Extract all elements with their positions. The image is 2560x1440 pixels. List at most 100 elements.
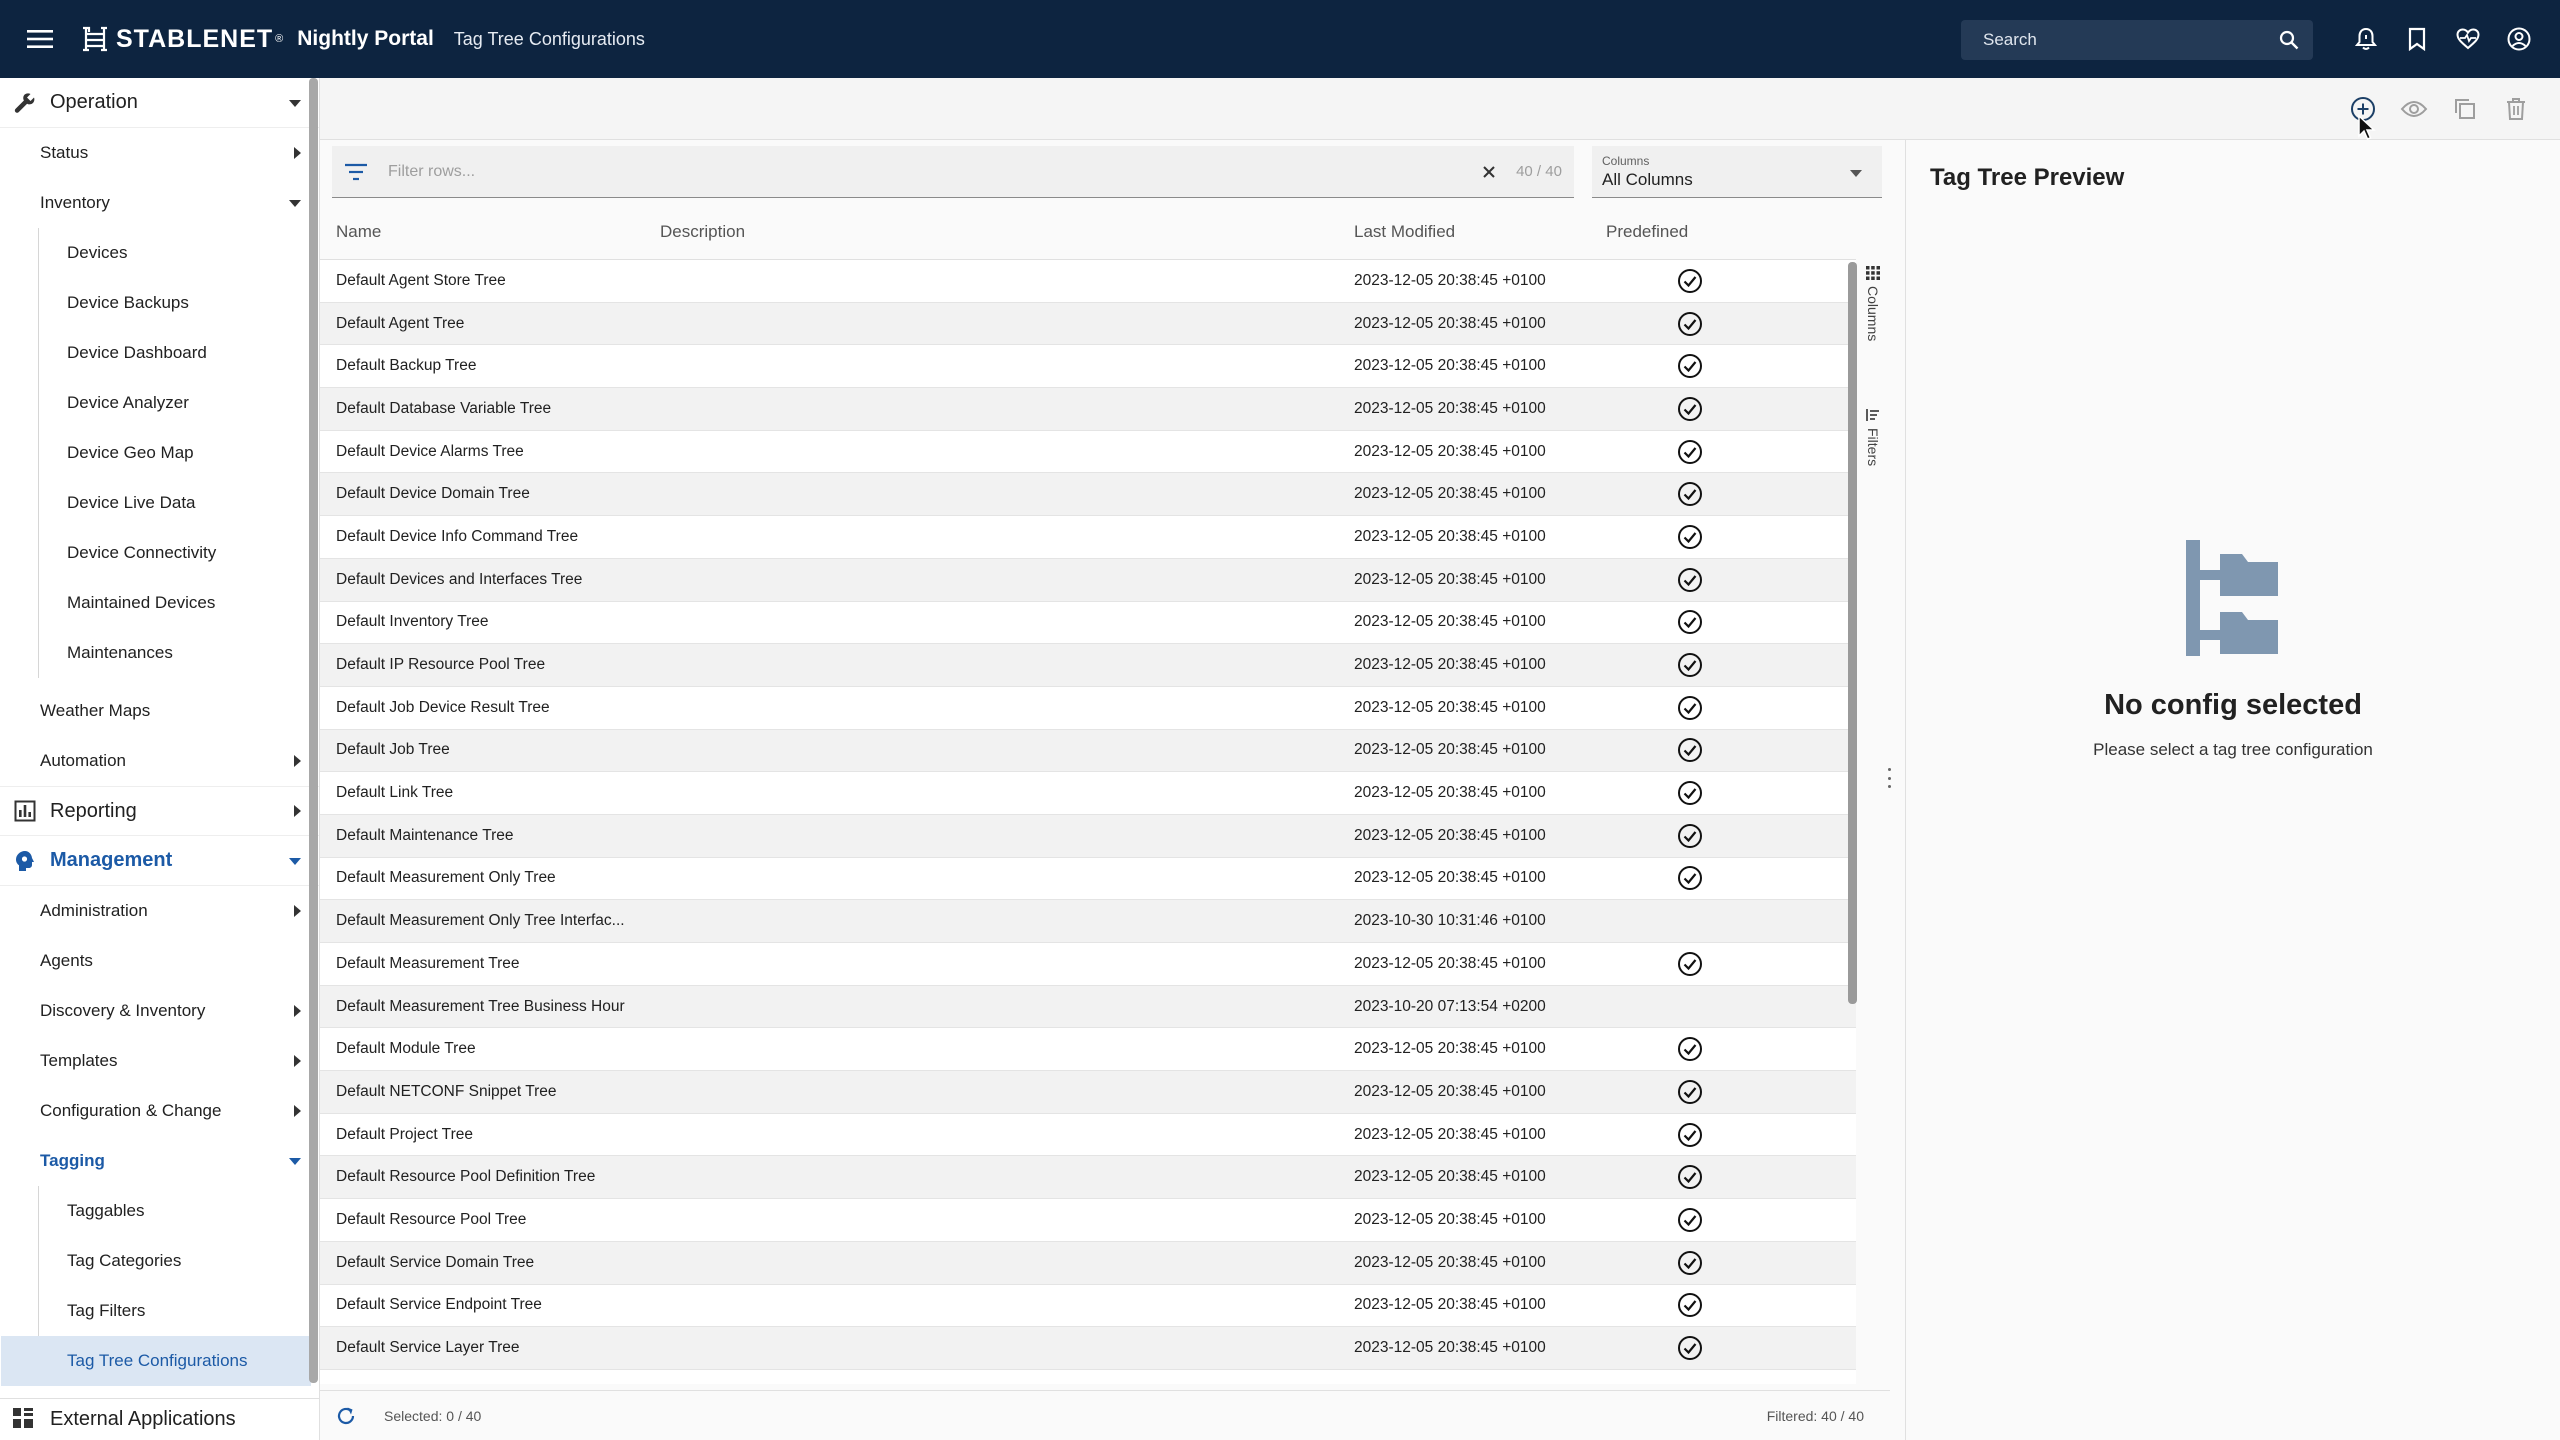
notifications-bell-icon[interactable] [2340, 0, 2391, 78]
refresh-icon[interactable] [320, 1405, 372, 1427]
sidebar-section-label: Reporting [50, 799, 137, 822]
table-row[interactable]: Default Measurement Tree 2023-12-05 20:38… [320, 943, 1856, 986]
table-row[interactable]: Default Resource Pool Definition Tree 202… [320, 1156, 1856, 1200]
panel-resize-handle[interactable] [1886, 768, 1892, 788]
column-header-predefined[interactable]: Predefined [1590, 222, 1790, 242]
column-header-last-modified[interactable]: Last Modified [1338, 222, 1590, 242]
table-row[interactable]: Default Job Device Result Tree 2023-12-05… [320, 687, 1856, 730]
check-circle-icon [1677, 695, 1703, 721]
table-row[interactable]: Default Inventory Tree 2023-12-05 20:38:4… [320, 602, 1856, 645]
table-row[interactable]: Default Service Domain Tree 2023-12-05 20… [320, 1241, 1856, 1285]
sidebar-item-inventory[interactable]: Inventory [0, 178, 319, 228]
table-row[interactable]: Default NETCONF Snippet Tree 2023-12-05 2… [320, 1071, 1856, 1114]
sidebar-item-tag-tree-configurations[interactable]: Tag Tree Configurations [1, 1336, 311, 1386]
table-row[interactable]: Default Measurement Tree Business Hour 20… [320, 985, 1856, 1029]
delete-button[interactable] [2498, 91, 2534, 127]
sidebar-item-tag-filters[interactable]: Tag Filters [39, 1286, 319, 1336]
cell-name: Default Measurement Only Tree Interfac..… [336, 912, 625, 930]
sidebar-item-device-live-data[interactable]: Device Live Data [39, 478, 319, 528]
cell-predefined [1590, 1036, 1790, 1062]
column-header-name[interactable]: Name [320, 222, 660, 242]
table-row[interactable]: Default Maintenance Tree 2023-12-05 20:38… [320, 814, 1856, 858]
brand[interactable]: STABLENET ® Nightly Portal Tag Tree Confi… [80, 0, 645, 78]
sidebar-item-administration[interactable]: Administration [0, 886, 319, 936]
table-row[interactable]: Default Measurement Only Tree Interfac..… [320, 900, 1856, 943]
filters-panel-tab[interactable]: Filters [1858, 408, 1888, 466]
columns-panel-tab[interactable]: Columns [1858, 266, 1888, 341]
search-icon[interactable] [2279, 30, 2299, 50]
table-scrollbar[interactable] [1848, 262, 1857, 1004]
user-account-icon[interactable] [2493, 0, 2544, 78]
health-heart-icon[interactable] [2442, 0, 2493, 78]
sidebar-item-maintained-devices[interactable]: Maintained Devices [39, 578, 319, 628]
cell-predefined [1590, 396, 1790, 422]
sidebar-item-tagging[interactable]: Tagging [0, 1136, 319, 1186]
cell-last-modified: 2023-12-05 20:38:45 +0100 [1354, 656, 1546, 674]
sidebar-item-device-dashboard[interactable]: Device Dashboard [39, 328, 319, 378]
cell-name: Default Database Variable Tree [336, 399, 552, 417]
table-row[interactable]: Default Device Domain Tree 2023-12-05 20:… [320, 473, 1856, 517]
clear-filter-icon[interactable] [1474, 165, 1504, 179]
empty-state: No config selected Please select a tag t… [1906, 540, 2560, 760]
sidebar-section-external-applications[interactable]: External Applications [0, 1398, 319, 1440]
portal-name: Nightly Portal [297, 27, 434, 50]
sidebar-item-label: Templates [40, 1051, 118, 1070]
preview-button[interactable] [2396, 91, 2432, 127]
sidebar-item-device-backups[interactable]: Device Backups [39, 278, 319, 328]
sidebar-item-status[interactable]: Status [0, 128, 319, 178]
apps-grid-icon [12, 1407, 38, 1433]
sidebar-item-maintenances[interactable]: Maintenances [39, 628, 319, 678]
sidebar-item-taggables[interactable]: Taggables [39, 1186, 319, 1236]
columns-select[interactable]: Columns All Columns [1592, 146, 1882, 198]
sidebar-item-device-analyzer[interactable]: Device Analyzer [39, 378, 319, 428]
table-row[interactable]: Default Device Info Command Tree 2023-12-… [320, 516, 1856, 559]
filter-rows-input[interactable]: Filter rows... 40 / 40 [332, 146, 1574, 198]
sidebar-section-reporting[interactable]: Reporting [0, 786, 319, 836]
sidebar-item-device-connectivity[interactable]: Device Connectivity [39, 528, 319, 578]
grid-icon [1866, 266, 1880, 280]
table-row[interactable]: Default Project Tree 2023-12-05 20:38:45 … [320, 1114, 1856, 1157]
sidebar-item-discovery-inventory[interactable]: Discovery & Inventory [0, 986, 319, 1036]
sidebar-item-tag-categories[interactable]: Tag Categories [39, 1236, 319, 1286]
sidebar-item-device-geo-map[interactable]: Device Geo Map [39, 428, 319, 478]
table-row[interactable]: Default IP Resource Pool Tree 2023-12-05 … [320, 644, 1856, 687]
column-header-description[interactable]: Description [660, 222, 1338, 242]
cell-predefined [1590, 524, 1790, 550]
sidebar-item-agents[interactable]: Agents [0, 936, 319, 986]
cell-last-modified: 2023-12-05 20:38:45 +0100 [1354, 741, 1546, 759]
table-row[interactable]: Default Database Variable Tree 2023-12-05… [320, 388, 1856, 431]
sidebar-item-configuration-change[interactable]: Configuration & Change [0, 1086, 319, 1136]
table-row[interactable]: Default Device Alarms Tree 2023-12-05 20:… [320, 431, 1856, 474]
table-row[interactable]: Default Measurement Only Tree 2023-12-05 … [320, 858, 1856, 901]
sidebar-section-operation[interactable]: Operation [0, 78, 319, 128]
table-row[interactable]: Default Job Tree 2023-12-05 20:38:45 +010… [320, 729, 1856, 773]
sidebar-item-weather-maps[interactable]: Weather Maps [0, 686, 319, 736]
table-row[interactable]: Default Service Endpoint Tree 2023-12-05 … [320, 1285, 1856, 1328]
top-bar: STABLENET ® Nightly Portal Tag Tree Confi… [0, 0, 2560, 78]
cell-name: Default Resource Pool Definition Tree [336, 1168, 596, 1186]
table-row[interactable]: Default Link Tree 2023-12-05 20:38:45 +01… [320, 772, 1856, 815]
sidebar: Operation Status Inventory Devices Devic… [0, 78, 320, 1440]
columns-select-label: Columns [1602, 154, 1650, 168]
sidebar-item-templates[interactable]: Templates [0, 1036, 319, 1086]
table-row[interactable]: Default Module Tree 2023-12-05 20:38:45 +… [320, 1028, 1856, 1072]
table-row[interactable]: Default Agent Tree 2023-12-05 20:38:45 +0… [320, 302, 1856, 346]
cell-last-modified: 2023-12-05 20:38:45 +0100 [1354, 869, 1546, 887]
copy-button[interactable] [2447, 91, 2483, 127]
sidebar-scrollbar[interactable] [309, 78, 318, 1383]
check-circle-icon [1677, 311, 1703, 337]
sidebar-item-devices[interactable]: Devices [39, 228, 319, 278]
table-row[interactable]: Default Agent Store Tree 2023-12-05 20:38… [320, 260, 1856, 303]
menu-icon[interactable] [0, 0, 80, 78]
table-row[interactable]: Default Devices and Interfaces Tree 2023-… [320, 558, 1856, 602]
sidebar-section-management[interactable]: Management [0, 836, 319, 886]
check-circle-icon [1677, 268, 1703, 294]
bookmark-icon[interactable] [2391, 0, 2442, 78]
eye-icon [2400, 101, 2428, 117]
table-row[interactable]: Default Resource Pool Tree 2023-12-05 20:… [320, 1199, 1856, 1242]
sidebar-item-automation[interactable]: Automation [0, 736, 319, 786]
table-row[interactable]: Default Service Layer Tree 2023-12-05 20:… [320, 1327, 1856, 1370]
search-input[interactable]: Search [1961, 20, 2313, 60]
sidebar-section-label: Management [50, 849, 173, 871]
table-row[interactable]: Default Backup Tree 2023-12-05 20:38:45 +… [320, 345, 1856, 389]
